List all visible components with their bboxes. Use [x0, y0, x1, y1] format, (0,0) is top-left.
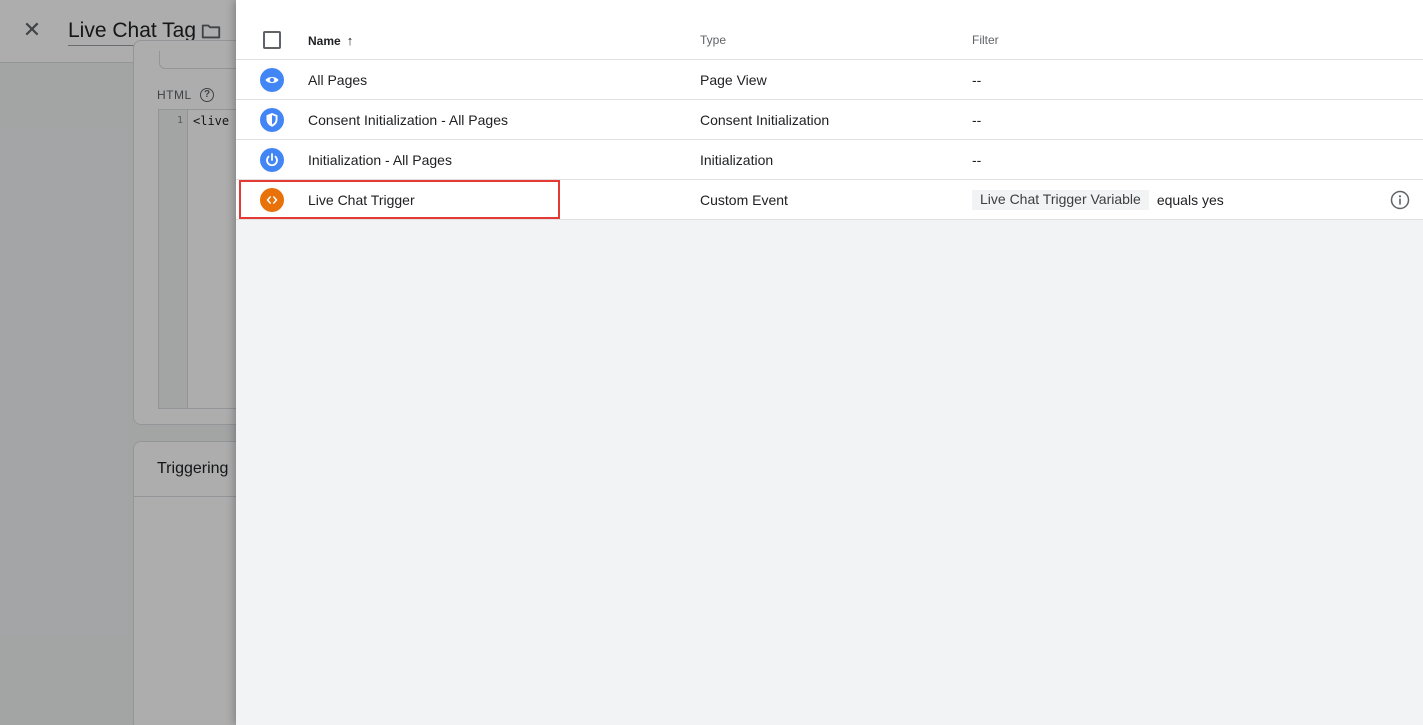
filter-operator: equals yes	[1156, 192, 1224, 208]
table-row[interactable]: All Pages Page View --	[236, 60, 1423, 100]
trigger-type: Page View	[700, 72, 767, 88]
trigger-type: Consent Initialization	[700, 112, 830, 128]
table-row[interactable]: Consent Initialization - All Pages Conse…	[236, 100, 1423, 140]
trigger-name: All Pages	[308, 72, 368, 88]
table-header: Name ↑ Type Filter	[236, 0, 1423, 60]
column-header-filter[interactable]: Filter	[972, 33, 999, 47]
trigger-type: Custom Event	[700, 192, 788, 208]
sort-ascending-icon[interactable]: ↑	[347, 33, 354, 48]
trigger-name: Initialization - All Pages	[308, 152, 452, 168]
power-icon	[260, 148, 284, 172]
filter-variable-chip: Live Chat Trigger Variable	[972, 190, 1149, 210]
trigger-filter: --	[972, 72, 982, 88]
trigger-filter: --	[972, 152, 982, 168]
table-row[interactable]: Initialization - All Pages Initializatio…	[236, 140, 1423, 180]
trigger-filter: Live Chat Trigger Variable equals yes	[972, 190, 1224, 210]
select-all-checkbox[interactable]	[263, 31, 281, 49]
trigger-type: Initialization	[700, 152, 774, 168]
choose-trigger-panel: Name ↑ Type Filter All Pages Page View --	[236, 0, 1423, 725]
code-icon	[260, 188, 284, 212]
column-header-type[interactable]: Type	[700, 33, 726, 47]
eye-icon	[260, 68, 284, 92]
trigger-name: Consent Initialization - All Pages	[308, 112, 508, 128]
info-icon[interactable]	[1390, 190, 1410, 210]
triggers-table: Name ↑ Type Filter All Pages Page View --	[236, 0, 1423, 220]
column-header-name[interactable]: Name ↑	[308, 33, 353, 48]
table-row[interactable]: Live Chat Trigger Custom Event Live Chat…	[236, 180, 1423, 220]
shield-icon	[260, 108, 284, 132]
trigger-filter: --	[972, 112, 982, 128]
column-name-label: Name	[308, 34, 341, 48]
trigger-name: Live Chat Trigger	[308, 192, 415, 208]
